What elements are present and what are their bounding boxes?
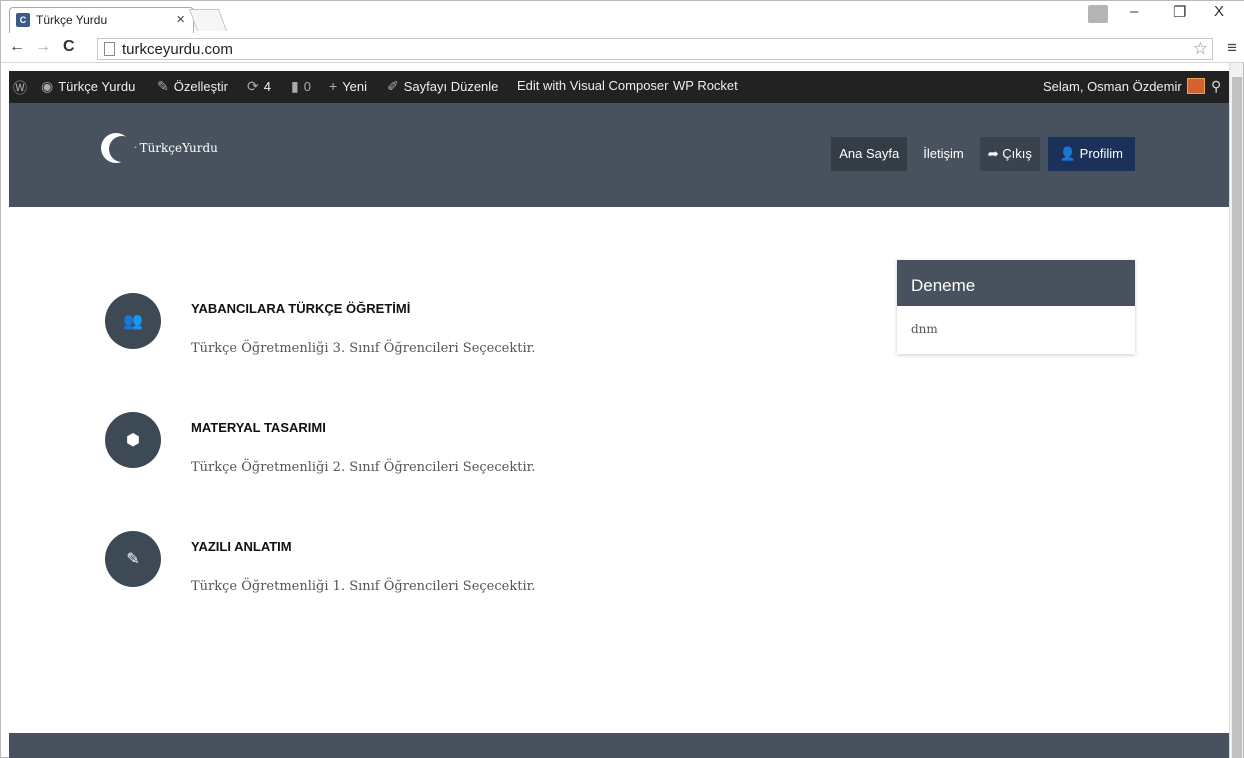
wp-admin-bar: Ⓦ ◉ Türkçe Yurdu ✎ Özelleştir ⟳ 4 ▮ 0 + Yeni …: [9, 71, 1237, 103]
url-input[interactable]: turkceyurdu.com ☆: [97, 38, 1213, 60]
main-nav: Ana Sayfa İletişim ➦ Çıkış 👤 Profilim: [831, 137, 1135, 171]
browser-window: C Türkçe Yurdu × – ❐ X ← → C turkceyurdu…: [0, 0, 1244, 758]
widget-title: Deneme: [897, 260, 1135, 306]
minimize-button[interactable]: –: [1130, 3, 1138, 20]
user-icon: 👤: [1059, 146, 1080, 161]
back-button[interactable]: ←: [9, 38, 25, 56]
restore-button[interactable]: ❐: [1173, 3, 1186, 21]
nav-contact[interactable]: İletişim: [915, 137, 971, 171]
adminbar-site[interactable]: ◉ Türkçe Yurdu: [41, 78, 135, 95]
adminbar-wp-rocket[interactable]: WP Rocket: [673, 78, 738, 93]
feature-title[interactable]: YAZILI ANLATIM: [191, 539, 292, 554]
nav-home[interactable]: Ana Sayfa: [831, 137, 908, 171]
pencil-icon: ✐: [387, 78, 399, 94]
adminbar-new-label: Yeni: [342, 78, 368, 94]
users-icon: 👥: [105, 293, 161, 349]
search-icon[interactable]: ⚲: [1211, 78, 1221, 95]
tab-strip: C Türkçe Yurdu × – ❐ X: [1, 1, 1244, 35]
feature-item: ⬢ MATERYAL TASARIMI Türkçe Öğretmenliği …: [105, 412, 536, 502]
feature-text: Türkçe Öğretmenliği 1. Sınıf Öğrencileri…: [191, 579, 536, 594]
adminbar-vc-label: Edit with Visual Composer: [517, 78, 669, 93]
new-tab-button[interactable]: [188, 9, 228, 31]
url-text: turkceyurdu.com: [122, 41, 233, 58]
widget-body: dnm: [911, 322, 938, 336]
address-bar: ← → C turkceyurdu.com ☆ ≡: [1, 35, 1244, 63]
site-header: ★ TürkçeYurdu Ana Sayfa İletişim ➦ Çıkış…: [9, 103, 1229, 207]
browser-menu-icon[interactable]: ≡: [1227, 38, 1237, 58]
adminbar-edit-page[interactable]: ✐ Sayfayı Düzenle: [387, 78, 498, 95]
feature-item: ✎ YAZILI ANLATIM Türkçe Öğretmenliği 1. …: [105, 531, 536, 621]
cube-icon: ⬢: [105, 412, 161, 468]
browser-tab[interactable]: C Türkçe Yurdu ×: [9, 7, 194, 33]
close-window-button[interactable]: X: [1214, 3, 1224, 20]
logo-text: TürkçeYurdu: [139, 141, 218, 155]
scrollbar-thumb[interactable]: [1232, 77, 1242, 758]
reload-button[interactable]: C: [63, 38, 75, 56]
adminbar-site-label: Türkçe Yurdu: [58, 79, 136, 94]
nav-logout-label: Çıkış: [1002, 146, 1032, 161]
nav-profile-label: Profilim: [1079, 146, 1123, 161]
wordpress-logo-icon[interactable]: Ⓦ: [13, 78, 27, 98]
updates-count: 4: [263, 79, 271, 94]
adminbar-comments[interactable]: ▮ 0: [291, 78, 311, 95]
adminbar-updates[interactable]: ⟳ 4: [247, 78, 271, 95]
profile-icon[interactable]: [1088, 5, 1108, 23]
updates-icon: ⟳: [247, 78, 259, 94]
comments-count: 0: [303, 79, 311, 94]
adminbar-customize[interactable]: ✎ Özelleştir: [157, 78, 228, 95]
adminbar-customize-label: Özelleştir: [173, 79, 228, 94]
feature-item: 👥 YABANCILARA TÜRKÇE ÖĞRETİMİ Türkçe Öğr…: [105, 293, 536, 383]
feature-title[interactable]: MATERYAL TASARIMI: [191, 420, 326, 435]
adminbar-visual-composer[interactable]: Edit with Visual Composer: [517, 78, 669, 93]
tab-title: Türkçe Yurdu: [36, 13, 108, 27]
crescent-icon: [101, 133, 135, 163]
nav-logout[interactable]: ➦ Çıkış: [979, 137, 1040, 171]
page-icon: [104, 42, 115, 56]
adminbar-account[interactable]: Selam, Osman Özdemir: [1043, 78, 1205, 94]
share-icon: ➦: [987, 146, 1003, 161]
comment-icon: ▮: [291, 78, 299, 94]
adminbar-edit-label: Sayfayı Düzenle: [403, 79, 499, 94]
feature-text: Türkçe Öğretmenliği 2. Sınıf Öğrencileri…: [191, 460, 536, 475]
scrollbar[interactable]: [1229, 63, 1243, 758]
tab-close-icon[interactable]: ×: [176, 11, 185, 28]
bookmark-star-icon[interactable]: ☆: [1193, 39, 1208, 59]
adminbar-new[interactable]: + Yeni: [329, 78, 367, 94]
greeting-label: Selam, Osman Özdemir: [1043, 78, 1182, 94]
pencil-icon: ✎: [105, 531, 161, 587]
site-logo[interactable]: ★ TürkçeYurdu: [101, 133, 218, 163]
site-footer: [9, 733, 1229, 758]
feature-text: Türkçe Öğretmenliği 3. Sınıf Öğrencileri…: [191, 341, 536, 356]
adminbar-rocket-label: WP Rocket: [673, 78, 738, 93]
feature-title[interactable]: YABANCILARA TÜRKÇE ÖĞRETİMİ: [191, 301, 410, 316]
brush-icon: ✎: [157, 78, 169, 94]
site-favicon-icon: C: [16, 13, 30, 27]
forward-button[interactable]: →: [35, 38, 51, 56]
nav-profile[interactable]: 👤 Profilim: [1047, 137, 1135, 171]
avatar: [1186, 78, 1205, 94]
plus-icon: +: [329, 78, 338, 94]
dashboard-icon: ◉: [41, 78, 54, 94]
sidebar-widget: Deneme dnm: [897, 260, 1135, 354]
